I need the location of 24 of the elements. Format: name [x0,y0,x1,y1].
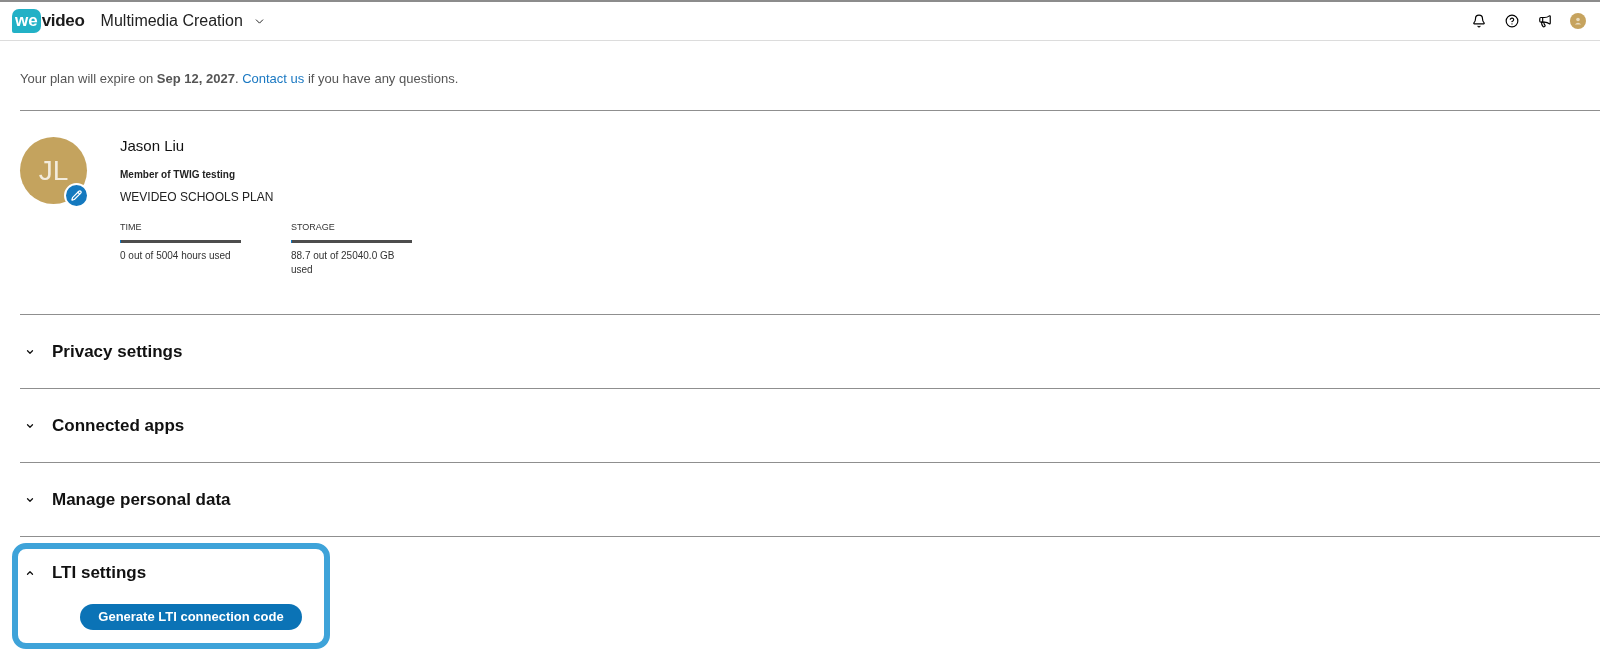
section-toggle[interactable]: LTI settings [25,561,147,585]
section-toggle[interactable]: Privacy settings [25,339,183,364]
section-toggle[interactable]: Manage personal data [25,487,231,512]
section-toggle[interactable]: Connected apps [25,413,185,438]
usage-label: STORAGE [291,221,336,233]
chevron-up-icon [25,568,35,578]
group-label: Member of TWIG testing [120,168,236,182]
usage-label: TIME [120,221,143,233]
megaphone-icon[interactable] [1538,14,1552,28]
user-name: Jason Liu [120,136,186,156]
logo-text: video [41,10,85,32]
logo-mark: we [12,9,41,33]
profile-avatar: JL [20,137,87,204]
plan-name: WEVIDEO SCHOOLS PLAN [120,189,275,205]
workspace-switcher[interactable]: Multimedia Creation [100,9,266,33]
pencil-icon [71,190,82,201]
bell-icon[interactable] [1472,14,1486,28]
plan-expiry-notice: Your plan will expire on Sep 12, 2027. Contact us if you have any questions. [20,70,459,88]
contact-us-link[interactable]: Contact us [242,71,305,86]
edit-avatar-button[interactable] [64,183,89,208]
usage-reading: 88.7 out of 25040.0 GB used [291,249,396,277]
help-icon[interactable] [1505,14,1519,28]
usage-reading: 0 out of 5004 hours used [120,249,232,263]
generate-code-button[interactable]: Generate LTI connection code [80,604,302,630]
